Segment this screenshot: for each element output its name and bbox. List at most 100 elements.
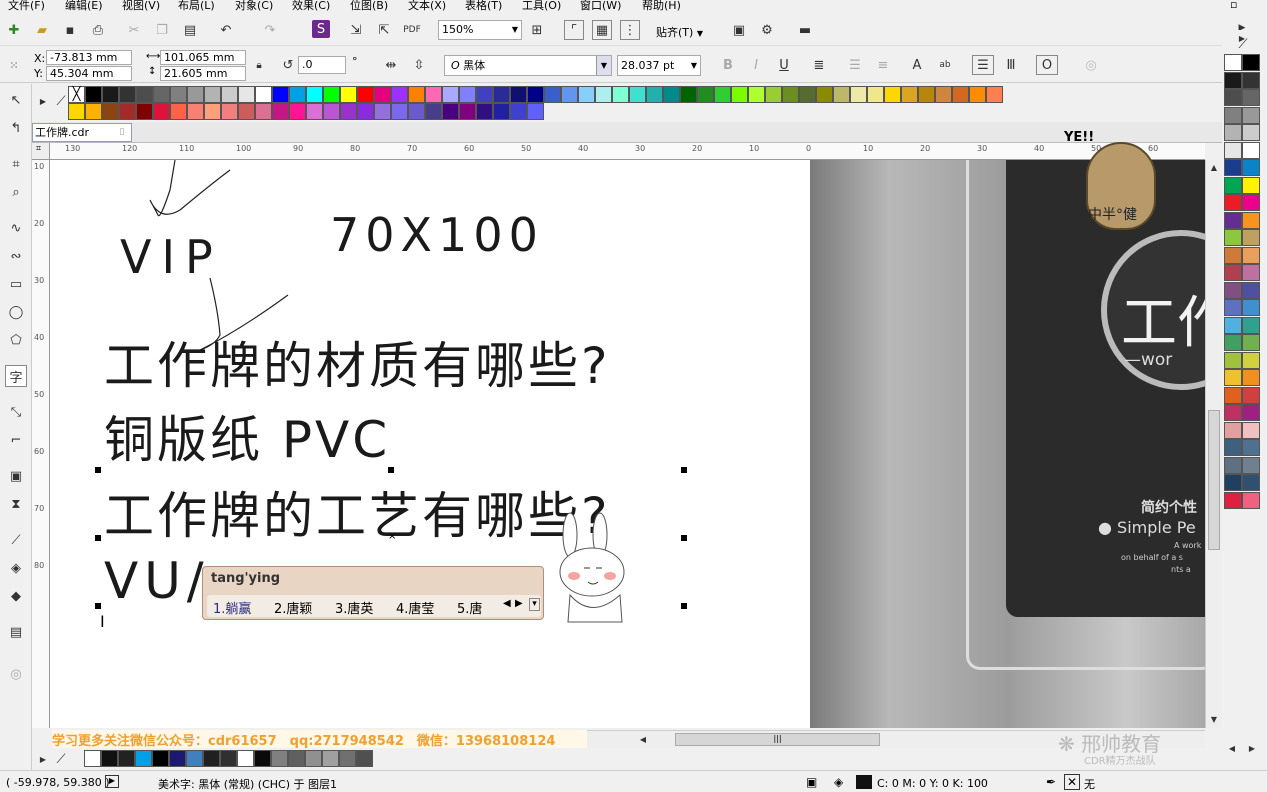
color-swatch[interactable] xyxy=(595,86,612,103)
color-swatch[interactable] xyxy=(1224,334,1242,351)
horizontal-ruler[interactable]: 130 120 110 100 90 80 70 60 50 40 30 20 10 0 10 20 30 40 5… xyxy=(50,143,1205,160)
color-swatch[interactable] xyxy=(748,86,765,103)
ime-candidate-2[interactable]: 2.唐颖 xyxy=(274,598,312,617)
color-swatch[interactable] xyxy=(510,86,527,103)
scroll-left-icon[interactable]: ◀ xyxy=(637,733,649,745)
color-swatch[interactable] xyxy=(356,750,373,767)
palette-picker-icon[interactable]: ⟋ xyxy=(1236,37,1250,52)
no-outline-icon[interactable]: ✕ xyxy=(1064,774,1080,790)
rectangle-tool-icon[interactable]: ▭ xyxy=(6,274,26,294)
color-swatch[interactable] xyxy=(323,103,340,120)
color-swatch[interactable] xyxy=(255,86,272,103)
drop-cap-icon[interactable]: ≡ xyxy=(874,57,892,73)
snap-to-dropdown[interactable]: 贴齐(T) ▼ xyxy=(656,24,703,40)
menu-file[interactable]: 文件(F) xyxy=(8,0,45,13)
corel-connect-icon[interactable]: S xyxy=(312,20,330,38)
frame-icon[interactable]: ◎ xyxy=(1080,55,1102,75)
color-swatch[interactable] xyxy=(255,103,272,120)
ime-candidate-window[interactable]: tang'ying 1.躺赢 2.唐颖 3.唐英 4.唐莹 5.唐 ◀ ▶ ▾ xyxy=(202,566,544,620)
horizontal-text-icon[interactable]: ☰ xyxy=(972,55,994,75)
color-swatch[interactable] xyxy=(680,86,697,103)
color-swatch[interactable] xyxy=(339,750,356,767)
color-swatch[interactable] xyxy=(850,86,867,103)
color-swatch[interactable] xyxy=(170,103,187,120)
color-swatch[interactable] xyxy=(527,86,544,103)
color-swatch[interactable] xyxy=(68,103,85,120)
export-icon[interactable]: ⇱ xyxy=(376,22,392,38)
color-swatch[interactable] xyxy=(731,86,748,103)
redo-icon[interactable]: ↷ xyxy=(262,22,278,38)
edit-text-icon[interactable]: ab xyxy=(936,57,954,73)
ime-next-icon[interactable]: ▶ xyxy=(515,598,523,609)
color-swatch[interactable] xyxy=(510,103,527,120)
color-swatch[interactable] xyxy=(1224,54,1242,71)
color-swatch[interactable] xyxy=(374,86,391,103)
color-swatch[interactable] xyxy=(408,103,425,120)
menu-tools[interactable]: 工具(O) xyxy=(522,0,561,13)
guidelines-toggle-icon[interactable]: ⋮ xyxy=(620,20,640,40)
scroll-thumb[interactable] xyxy=(1208,410,1220,550)
color-swatch[interactable] xyxy=(629,86,646,103)
ellipse-tool-icon[interactable]: ◯ xyxy=(6,302,26,322)
color-swatch[interactable] xyxy=(340,86,357,103)
color-swatch[interactable] xyxy=(1242,229,1260,246)
vertical-scrollbar[interactable]: ▲ ▼ xyxy=(1205,160,1222,728)
polygon-tool-icon[interactable]: ⬠ xyxy=(6,330,26,350)
color-swatch[interactable] xyxy=(969,86,986,103)
pick-tool-icon[interactable]: ↖ xyxy=(6,90,26,110)
text-align-icon[interactable]: ≣ xyxy=(810,57,828,73)
color-swatch[interactable] xyxy=(952,86,969,103)
connector-tool-icon[interactable]: ⌐ xyxy=(6,430,26,450)
color-swatch[interactable] xyxy=(1224,176,1242,194)
outline-pen-icon[interactable]: ▤ xyxy=(6,622,26,642)
text-answer-process[interactable]: VU/ xyxy=(104,552,210,610)
vertical-ruler[interactable]: 10 20 30 40 50 60 70 80 xyxy=(32,160,50,728)
ime-input[interactable]: tang'ying xyxy=(211,571,280,586)
menu-help[interactable]: 帮助(H) xyxy=(642,0,681,13)
color-swatch[interactable] xyxy=(493,86,510,103)
ime-candidate-5[interactable]: 5.唐 xyxy=(457,598,482,617)
color-swatch[interactable] xyxy=(1224,194,1242,211)
y-position-field[interactable]: 45.304 mm xyxy=(46,66,132,81)
color-swatch[interactable] xyxy=(1224,141,1242,159)
color-swatch[interactable] xyxy=(901,86,918,103)
zoom-level-select[interactable]: 150% ▼ xyxy=(438,20,522,40)
color-swatch[interactable] xyxy=(1242,106,1260,124)
palette-next-icon[interactable]: ▶ xyxy=(1246,742,1258,754)
color-swatch[interactable] xyxy=(1224,106,1242,124)
color-swatch[interactable] xyxy=(1224,124,1242,141)
rulers-toggle-icon[interactable]: ⌜ xyxy=(564,20,584,40)
palette-expand-icon[interactable]: ▶ xyxy=(38,752,48,766)
color-swatch[interactable] xyxy=(1242,334,1260,351)
no-color-swatch[interactable]: ╳ xyxy=(68,86,85,103)
color-swatch[interactable] xyxy=(799,86,816,103)
color-swatch[interactable] xyxy=(935,86,952,103)
color-proof-icon[interactable]: ▣ xyxy=(806,775,817,789)
text-question-material[interactable]: 工作牌的材质有哪些? xyxy=(104,326,611,398)
x-position-field[interactable]: -73.813 mm xyxy=(46,50,132,65)
save-icon[interactable]: ▪ xyxy=(62,22,78,38)
color-swatch[interactable] xyxy=(289,103,306,120)
color-swatch[interactable] xyxy=(170,86,187,103)
crop-tool-icon[interactable]: ⌗ xyxy=(6,154,26,174)
interactive-fill-icon[interactable]: ◈ xyxy=(6,558,26,578)
drawing-canvas[interactable]: VIP 70X100 工作牌的材质有哪些? 铜版纸 PVC 工作牌的工艺有哪些?… xyxy=(50,160,810,728)
selection-handle[interactable] xyxy=(95,603,101,609)
text-vip[interactable]: VIP xyxy=(120,230,223,284)
color-swatch[interactable] xyxy=(102,86,119,103)
color-swatch[interactable] xyxy=(1242,281,1260,299)
color-swatch[interactable] xyxy=(101,750,118,767)
color-swatch[interactable] xyxy=(1242,456,1260,474)
color-swatch[interactable] xyxy=(272,86,289,103)
color-swatch[interactable] xyxy=(238,103,255,120)
color-swatch[interactable] xyxy=(119,86,136,103)
color-swatch[interactable] xyxy=(1242,351,1260,369)
fill-color-swatch[interactable] xyxy=(856,775,872,789)
color-swatch[interactable] xyxy=(1242,386,1260,404)
color-swatch[interactable] xyxy=(1224,71,1242,89)
color-swatch[interactable] xyxy=(272,103,289,120)
menu-table[interactable]: 表格(T) xyxy=(465,0,502,13)
color-swatch[interactable] xyxy=(153,86,170,103)
color-swatch[interactable] xyxy=(646,86,663,103)
color-swatch[interactable] xyxy=(493,103,510,120)
